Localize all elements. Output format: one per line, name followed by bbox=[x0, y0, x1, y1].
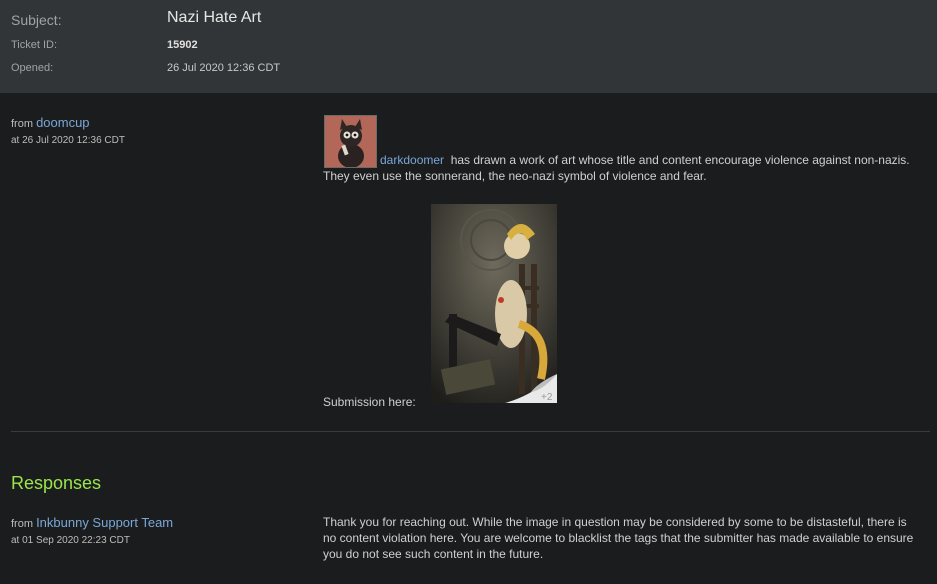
message-author-link[interactable]: doomcup bbox=[36, 115, 89, 130]
submission-image: +2 bbox=[431, 204, 557, 403]
response-meta: from Inkbunny Support Team at 01 Sep 202… bbox=[11, 515, 173, 546]
submission-thumbnail[interactable]: +2 bbox=[431, 204, 557, 403]
opened-label: Opened: bbox=[11, 62, 54, 74]
response-date: at 01 Sep 2020 22:23 CDT bbox=[11, 535, 130, 546]
message-body: darkdoomer has drawn a work of art whose… bbox=[323, 152, 923, 184]
response-author-link[interactable]: Inkbunny Support Team bbox=[36, 515, 173, 530]
subject-label: Subject: bbox=[11, 12, 62, 28]
ticket-subject: Nazi Hate Art bbox=[167, 9, 262, 26]
response-text: Thank you for reaching out. While the im… bbox=[323, 515, 914, 561]
submission-label: Submission here: bbox=[323, 395, 416, 409]
message-meta: from doomcup at 26 Jul 2020 12:36 CDT bbox=[11, 115, 125, 146]
message-date: at 26 Jul 2020 12:36 CDT bbox=[11, 135, 125, 146]
from-label: from bbox=[11, 118, 33, 130]
ticket-header: Subject: Nazi Hate Art Ticket ID: 15902 … bbox=[0, 0, 937, 93]
section-divider bbox=[11, 431, 930, 432]
ticket-id: 15902 bbox=[167, 39, 198, 51]
responses-heading: Responses bbox=[11, 473, 102, 493]
response-body: Thank you for reaching out. While the im… bbox=[323, 514, 918, 562]
thumbnail-badge: +2 bbox=[541, 392, 553, 403]
opened-date: 26 Jul 2020 12:36 CDT bbox=[167, 62, 281, 74]
ticket-id-label: Ticket ID: bbox=[11, 39, 58, 51]
mentioned-user-link[interactable]: darkdoomer bbox=[380, 153, 444, 167]
response-from-label: from bbox=[11, 518, 33, 530]
